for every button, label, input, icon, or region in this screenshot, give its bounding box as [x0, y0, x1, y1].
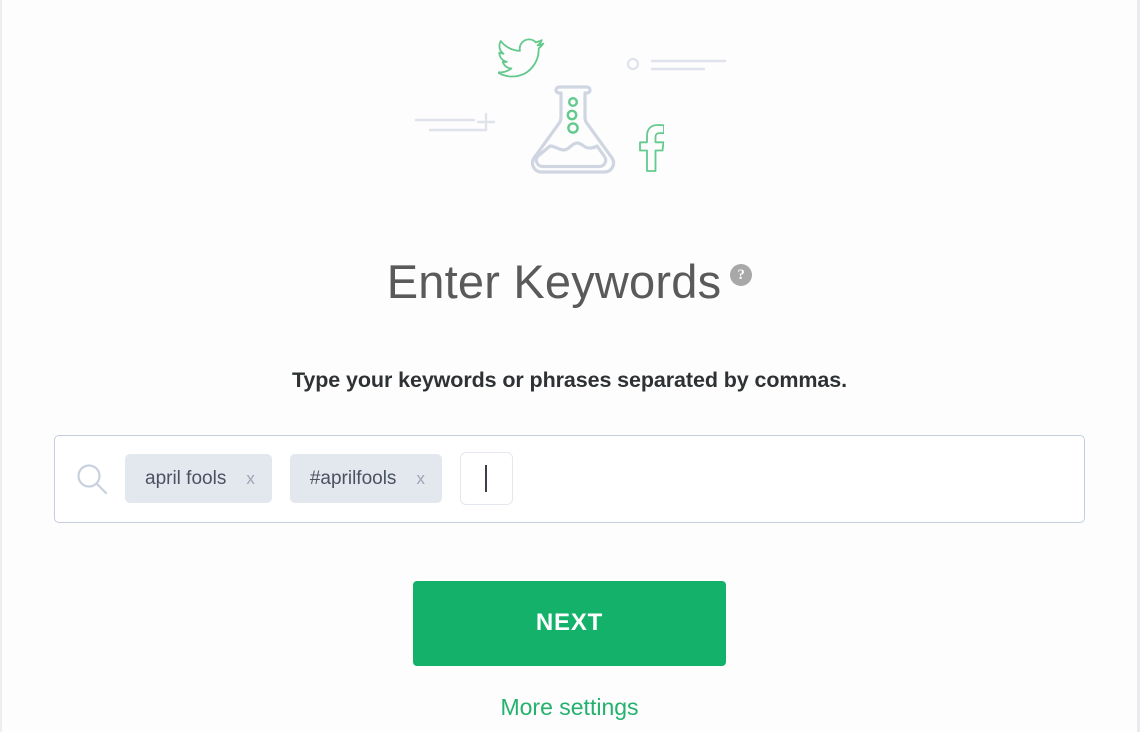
- keyword-tag[interactable]: april fools x: [125, 454, 272, 504]
- keyword-tag-label: april fools: [145, 467, 227, 489]
- facebook-f-icon: [638, 124, 665, 177]
- more-settings-link[interactable]: More settings: [500, 694, 638, 721]
- keyword-search-box[interactable]: april fools x #aprilfools x: [54, 434, 1085, 523]
- keyword-tag-label: #aprilfools: [309, 467, 397, 489]
- feed-lines-icon: [626, 52, 728, 81]
- flask-icon: [521, 82, 625, 187]
- search-icon: [75, 462, 109, 496]
- page-title-text: Enter Keywords: [386, 255, 722, 309]
- keyword-input[interactable]: [459, 452, 513, 506]
- plus-lines-icon: [414, 108, 504, 143]
- text-cursor: [485, 465, 488, 493]
- page-title: Enter Keywords?: [387, 258, 753, 305]
- help-icon[interactable]: ?: [730, 264, 753, 287]
- keyword-tag[interactable]: #aprilfools x: [289, 454, 442, 504]
- next-button[interactable]: NEXT: [413, 580, 726, 666]
- actions-section: NEXT More settings: [2, 580, 1137, 721]
- illustration-header: [2, 0, 1137, 215]
- heading-section: Enter Keywords?: [2, 227, 1137, 337]
- twitter-bird-icon: [496, 36, 546, 83]
- keyword-tag-remove-icon[interactable]: x: [246, 470, 255, 487]
- page-subtitle: Type your keywords or phrases separated …: [291, 367, 848, 392]
- keyword-tag-remove-icon[interactable]: x: [416, 470, 425, 487]
